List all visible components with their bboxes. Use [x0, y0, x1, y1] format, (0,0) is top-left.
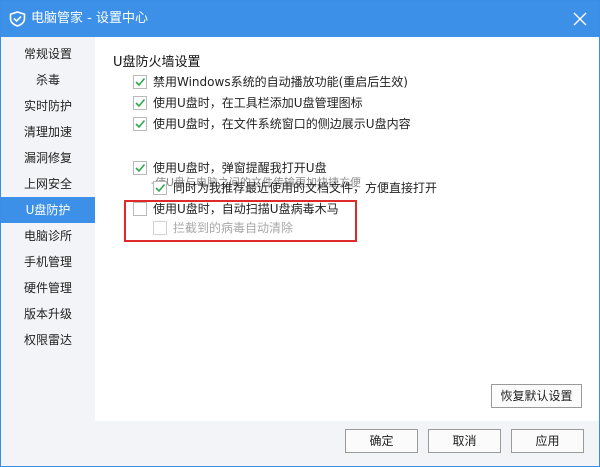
sidebar-item-permission-radar[interactable]: 权限雷达 [1, 327, 95, 353]
sidebar: 常规设置 杀毒 实时防护 清理加速 漏洞修复 上网安全 U盘防护 电脑诊所 手机… [1, 37, 95, 465]
title-bar: 电脑管家 - 设置中心 [1, 1, 599, 37]
checkbox[interactable] [153, 181, 167, 195]
close-icon[interactable] [571, 10, 589, 28]
settings-panel: U盘防火墙设置 禁用Windows系统的自动播放功能(重启后生效) 使用U盘时，… [95, 37, 599, 421]
restore-defaults-button[interactable]: 恢复默认设置 [491, 384, 582, 408]
checkbox[interactable] [133, 161, 147, 175]
sidebar-item-web-security[interactable]: 上网安全 [1, 171, 95, 197]
checkbox[interactable] [133, 202, 147, 216]
sidebar-item-antivirus[interactable]: 杀毒 [1, 67, 95, 93]
sidebar-item-phone-manager[interactable]: 手机管理 [1, 249, 95, 275]
option-label: 使用U盘时，在文件系统窗口的侧边展示U盘内容 [153, 117, 411, 131]
checkbox[interactable] [133, 96, 147, 110]
ok-button[interactable]: 确定 [345, 429, 418, 453]
sidebar-item-realtime-protection[interactable]: 实时防护 [1, 93, 95, 119]
option-label: 使用U盘时，自动扫描U盘病毒木马 [153, 202, 339, 216]
sidebar-item-hardware-manager[interactable]: 硬件管理 [1, 275, 95, 301]
apply-button[interactable]: 应用 [511, 429, 584, 453]
sidebar-item-version-upgrade[interactable]: 版本升级 [1, 301, 95, 327]
option-label: 使用U盘时，在工具栏添加U盘管理图标 [153, 96, 363, 110]
sidebar-item-vulnerability-fix[interactable]: 漏洞修复 [1, 145, 95, 171]
option-label: 禁用Windows系统的自动播放功能(重启后生效) [153, 75, 408, 89]
option-label: 拦截到的病毒自动清除 [173, 221, 294, 235]
section-title: U盘防火墙设置 [113, 55, 201, 70]
cancel-button[interactable]: 取消 [428, 429, 501, 453]
shield-logo-icon [9, 11, 26, 27]
sidebar-item-general[interactable]: 常规设置 [1, 41, 95, 67]
settings-window: 电脑管家 - 设置中心 常规设置 杀毒 实时防护 清理加速 漏洞修复 上网安全 … [0, 0, 600, 467]
sidebar-item-pc-clinic[interactable]: 电脑诊所 [1, 223, 95, 249]
window-title: 电脑管家 - 设置中心 [31, 11, 148, 26]
checkbox[interactable] [133, 75, 147, 89]
sidebar-item-cleanup[interactable]: 清理加速 [1, 119, 95, 145]
option-label: 同时为我推荐最近使用的文档文件，方便直接打开 [173, 181, 438, 195]
sidebar-item-usb-protection[interactable]: U盘防护 [1, 197, 95, 223]
dialog-footer: 确定 取消 应用 [95, 421, 599, 465]
option-label: 使用U盘时，弹窗提醒我打开U盘 [153, 161, 327, 175]
checkbox [153, 221, 167, 235]
checkbox[interactable] [133, 117, 147, 131]
